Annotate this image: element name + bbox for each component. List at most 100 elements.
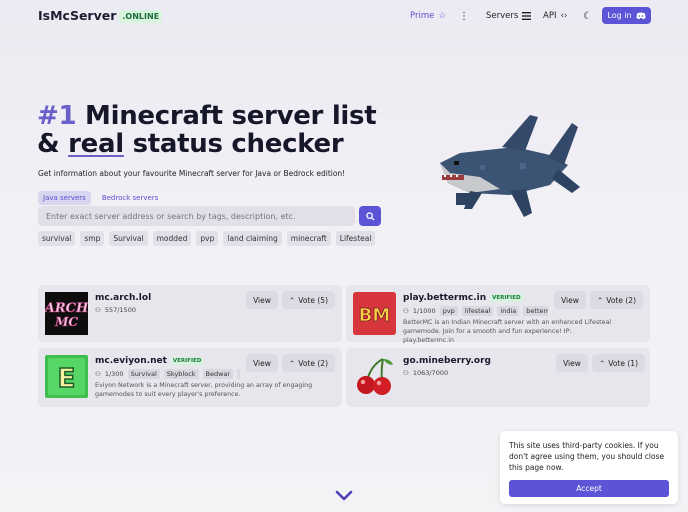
view-button[interactable]: View: [554, 291, 586, 309]
vote-button[interactable]: ⌃ Vote (2): [590, 291, 643, 309]
server-name[interactable]: play.bettermc.in VERIFIED: [403, 293, 523, 303]
server-card[interactable]: E mc.eviyon.net VERIFIED ⚇ 1/300 Survival…: [38, 348, 342, 407]
server-meta: ⚇ 1/1000 pvp lifesteal india bettermc: [403, 306, 548, 316]
tag-chip[interactable]: land claiming: [223, 231, 282, 246]
player-count: 1/300: [104, 370, 124, 378]
svg-text:BM: BM: [359, 305, 391, 326]
header: IsMcServer .ONLINE Prime ☆ ⋮ Servers API …: [0, 0, 688, 32]
user-icon: ⚇: [95, 306, 101, 314]
edition-tabs: Java servers Bedrock servers: [38, 191, 163, 205]
nav-servers-label: Servers: [486, 11, 519, 21]
server-name-text: mc.eviyon.net: [95, 356, 167, 366]
verified-badge: VERIFIED: [170, 357, 204, 365]
popular-tags: survival smp Survival modded pvp land cl…: [38, 231, 376, 246]
server-tag[interactable]: Skyblock: [163, 369, 199, 379]
server-tag[interactable]: pvp: [439, 306, 458, 316]
hero-title-part1: Minecraft server list: [76, 101, 377, 131]
server-icon: [353, 355, 396, 398]
search-icon: [365, 211, 375, 221]
cookie-text: This site uses third-party cookies. If y…: [509, 441, 665, 472]
view-button[interactable]: View: [556, 354, 588, 372]
vote-button[interactable]: ⌃ Vote (5): [282, 291, 335, 309]
tag-chip[interactable]: smp: [80, 231, 105, 246]
hero-title-accent: #1: [37, 101, 77, 131]
hero-title: #1 Minecraft server list & real status c…: [37, 101, 377, 159]
server-icon: E: [45, 355, 88, 398]
chevron-down-icon[interactable]: [335, 490, 353, 502]
arch-mc-logo: ARCHMC: [45, 292, 88, 335]
view-button[interactable]: View: [246, 354, 278, 372]
shark-illustration: [440, 115, 580, 217]
bm-logo: BM: [353, 292, 396, 335]
nav-servers[interactable]: Servers: [486, 7, 532, 25]
tag-chip[interactable]: minecraft: [286, 231, 331, 246]
moon-icon[interactable]: ☾: [583, 7, 592, 25]
nav-api[interactable]: API ‹›: [543, 7, 567, 25]
site-logo[interactable]: IsMcServer .ONLINE: [38, 8, 163, 23]
server-tag[interactable]: Bedwar: [202, 369, 234, 379]
server-name-text: mc.arch.lol: [95, 293, 152, 303]
player-count: 1/1000: [412, 307, 436, 315]
server-tag[interactable]: india: [497, 306, 520, 316]
server-tag[interactable]: bettermc: [523, 306, 548, 316]
hero-title-underline: real: [68, 129, 124, 159]
server-name[interactable]: mc.arch.lol: [95, 293, 151, 303]
hero-title-part2-suffix: status checker: [123, 129, 344, 159]
chevron-up-icon: ⌃: [597, 295, 604, 305]
user-icon: ⚇: [95, 370, 101, 378]
code-icon: ‹›: [560, 11, 568, 21]
tag-chip[interactable]: Lifesteal: [335, 231, 376, 246]
server-description: BetterMC is an Indian Minecraft server w…: [403, 319, 612, 344]
player-count: 557/1500: [104, 306, 136, 314]
login-button[interactable]: Log in: [602, 7, 651, 24]
vote-label: Vote (1): [608, 358, 638, 368]
nav-prime[interactable]: Prime ☆: [410, 7, 446, 25]
vote-label: Vote (5): [298, 295, 328, 305]
svg-text:E: E: [58, 364, 76, 394]
server-tag[interactable]: Survival: [127, 369, 160, 379]
tab-java[interactable]: Java servers: [38, 191, 91, 205]
search-button[interactable]: [359, 206, 381, 226]
user-icon: ⚇: [403, 307, 409, 315]
server-meta: ⚇ 1/300 Survival Skyblock Bedwar Pr: [95, 369, 240, 379]
server-card[interactable]: ARCH MC mc.arch.lol ⚇ 557/1500 View ⌃ Vote…: [38, 285, 342, 342]
vote-label: Vote (2): [298, 358, 328, 368]
vote-button[interactable]: ⌃ Vote (2): [282, 354, 335, 372]
chevron-up-icon: ⌃: [289, 358, 296, 368]
server-name[interactable]: go.mineberry.org: [403, 356, 491, 366]
server-icon: ARCH MC: [45, 292, 88, 335]
discord-icon: [636, 12, 646, 19]
vote-button[interactable]: ⌃ Vote (1): [592, 354, 645, 372]
cookie-banner: This site uses third-party cookies. If y…: [500, 431, 678, 504]
server-card[interactable]: go.mineberry.org ⚇ 1063/7000 View ⌃ Vote …: [346, 348, 650, 407]
view-button[interactable]: View: [246, 291, 278, 309]
chevron-up-icon: ⌃: [289, 295, 296, 305]
star-icon: ☆: [438, 11, 446, 21]
tag-chip[interactable]: modded: [152, 231, 192, 246]
more-menu-icon[interactable]: ⋮: [459, 7, 469, 25]
server-description: Eviyon Network is a Minecraft server, pr…: [95, 382, 313, 398]
server-tag[interactable]: lifesteal: [461, 306, 494, 316]
server-meta: ⚇ 1063/7000: [403, 369, 448, 377]
list-icon: [522, 12, 532, 20]
server-meta: ⚇ 557/1500: [95, 306, 136, 314]
tag-chip[interactable]: pvp: [196, 231, 219, 246]
eviyon-logo: E: [45, 355, 88, 398]
verified-badge: VERIFIED: [490, 294, 523, 302]
server-card[interactable]: BM play.bettermc.in VERIFIED ⚇ 1/1000 pvp…: [346, 285, 650, 344]
server-name-text: go.mineberry.org: [403, 356, 491, 366]
accept-cookies-button[interactable]: Accept: [509, 480, 669, 497]
nav-prime-label: Prime: [410, 11, 435, 21]
search-input[interactable]: [38, 206, 355, 226]
hero-subtitle: Get information about your favourite Min…: [38, 169, 346, 178]
chevron-up-icon: ⌃: [599, 358, 606, 368]
vote-label: Vote (2): [606, 295, 636, 305]
user-icon: ⚇: [403, 369, 409, 377]
tag-chip[interactable]: survival: [38, 231, 76, 246]
server-tag[interactable]: Pr: [237, 369, 240, 379]
login-label: Log in: [607, 11, 632, 20]
server-name[interactable]: mc.eviyon.net VERIFIED: [95, 356, 204, 366]
tag-chip[interactable]: Survival: [109, 231, 148, 246]
cherry-logo: [357, 358, 393, 395]
tab-bedrock[interactable]: Bedrock servers: [97, 191, 164, 205]
